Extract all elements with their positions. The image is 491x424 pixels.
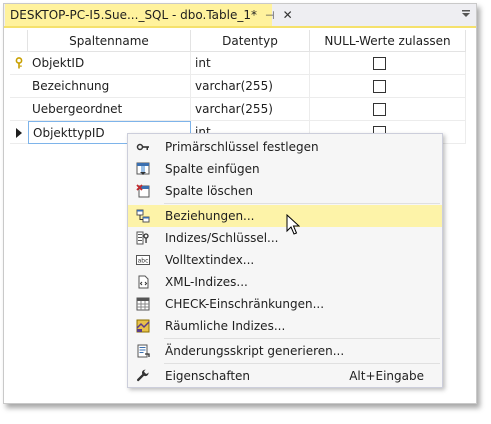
menu-separator	[164, 203, 440, 204]
grid-header: Spaltenname Datentyp NULL-Werte zulassen	[10, 30, 470, 52]
row-selector[interactable]	[10, 98, 28, 121]
mouse-cursor-icon	[286, 214, 300, 235]
menu-item-label: CHECK-Einschränkungen...	[165, 297, 325, 311]
data-type-cell[interactable]: varchar(255)	[191, 98, 310, 121]
menu-item-fulltext-index[interactable]: abc Volltextindex...	[128, 249, 442, 271]
menu-item-label: Spalte einfügen	[165, 162, 260, 176]
spatial-index-icon	[136, 319, 150, 333]
menu-item-properties[interactable]: Eigenschaften Alt+Eingabe	[128, 365, 442, 387]
menu-item-generate-change-script[interactable]: Änderungsskript generieren...	[128, 340, 442, 362]
menu-separator	[164, 363, 440, 364]
header-allow-nulls[interactable]: NULL-Werte zulassen	[310, 30, 466, 52]
allow-nulls-checkbox[interactable]	[373, 103, 386, 116]
column-grid: Spaltenname Datentyp NULL-Werte zulassen…	[10, 30, 470, 144]
menu-separator	[164, 338, 440, 339]
menu-item-label: Indizes/Schlüssel...	[165, 231, 279, 245]
menu-item-label: Eigenschaften	[165, 369, 251, 383]
menu-item-label: Volltextindex...	[165, 253, 255, 267]
table-row[interactable]: Bezeichnung varchar(255)	[10, 75, 470, 98]
table-row[interactable]: Uebergeordnet varchar(255)	[10, 98, 470, 121]
row-selector[interactable]	[10, 75, 28, 98]
column-name-cell[interactable]: ObjektID	[28, 52, 191, 75]
primary-key-icon	[15, 56, 23, 68]
menu-item-shortcut: Alt+Eingabe	[349, 369, 424, 383]
menu-item-label: Beziehungen...	[165, 209, 255, 223]
menu-item-xml-indexes[interactable]: XML-Indizes...	[128, 271, 442, 293]
menu-item-label: Primärschlüssel festlegen	[165, 140, 319, 154]
menu-item-set-primary-key[interactable]: Primärschlüssel festlegen	[128, 136, 442, 158]
menu-item-label: Räumliche Indizes...	[165, 319, 286, 333]
menu-item-label: XML-Indizes...	[165, 275, 248, 289]
insert-column-icon	[136, 162, 150, 176]
menu-item-delete-column[interactable]: Spalte löschen	[128, 180, 442, 202]
column-name-cell[interactable]: Uebergeordnet	[28, 98, 191, 121]
xml-index-icon	[136, 275, 150, 289]
document-tab-bar: DESKTOP-PC-I5.Sue..._SQL - dbo.Table_1* …	[4, 4, 476, 28]
menu-item-label: Spalte löschen	[165, 184, 253, 198]
close-icon[interactable]: ✕	[283, 8, 293, 22]
selector-header	[10, 30, 28, 52]
header-data-type[interactable]: Datentyp	[191, 30, 310, 52]
document-tab[interactable]: DESKTOP-PC-I5.Sue..._SQL - dbo.Table_1* …	[5, 4, 293, 26]
tab-title: DESKTOP-PC-I5.Sue..._SQL - dbo.Table_1*	[10, 8, 257, 22]
menu-item-indexes-keys[interactable]: Indizes/Schlüssel...	[128, 227, 442, 249]
row-selector[interactable]	[10, 121, 28, 144]
abc-label: abc	[138, 258, 149, 265]
table-row[interactable]: ObjektID int	[10, 52, 470, 75]
allow-nulls-cell	[310, 75, 466, 98]
allow-nulls-cell	[310, 52, 466, 75]
fulltext-index-icon: abc	[136, 253, 150, 267]
column-name-cell[interactable]: Bezeichnung	[28, 75, 191, 98]
context-menu: Primärschlüssel festlegen Spalte einfüge…	[127, 133, 443, 388]
relationships-icon	[136, 209, 150, 223]
data-type-cell[interactable]: int	[191, 52, 310, 75]
menu-item-spatial-indexes[interactable]: Räumliche Indizes...	[128, 315, 442, 337]
primary-key-icon	[136, 140, 150, 154]
check-constraint-icon	[136, 297, 150, 311]
data-type-cell[interactable]: varchar(255)	[191, 75, 310, 98]
properties-wrench-icon	[136, 369, 150, 383]
menu-item-check-constraints[interactable]: CHECK-Einschränkungen...	[128, 293, 442, 315]
indexes-keys-icon	[136, 231, 150, 245]
header-column-name[interactable]: Spaltenname	[28, 30, 191, 52]
allow-nulls-checkbox[interactable]	[373, 57, 386, 70]
menu-item-relationships[interactable]: Beziehungen...	[128, 205, 442, 227]
allow-nulls-cell	[310, 98, 466, 121]
current-row-arrow-icon	[16, 127, 22, 138]
delete-column-icon	[136, 184, 150, 198]
generate-script-icon	[136, 344, 150, 358]
menu-item-label: Änderungsskript generieren...	[165, 344, 345, 358]
pin-icon[interactable]: ⊣	[265, 9, 275, 22]
tab-list-dropdown-icon[interactable]	[461, 9, 471, 19]
menu-item-insert-column[interactable]: Spalte einfügen	[128, 158, 442, 180]
allow-nulls-checkbox[interactable]	[373, 80, 386, 93]
row-selector[interactable]	[10, 52, 28, 75]
